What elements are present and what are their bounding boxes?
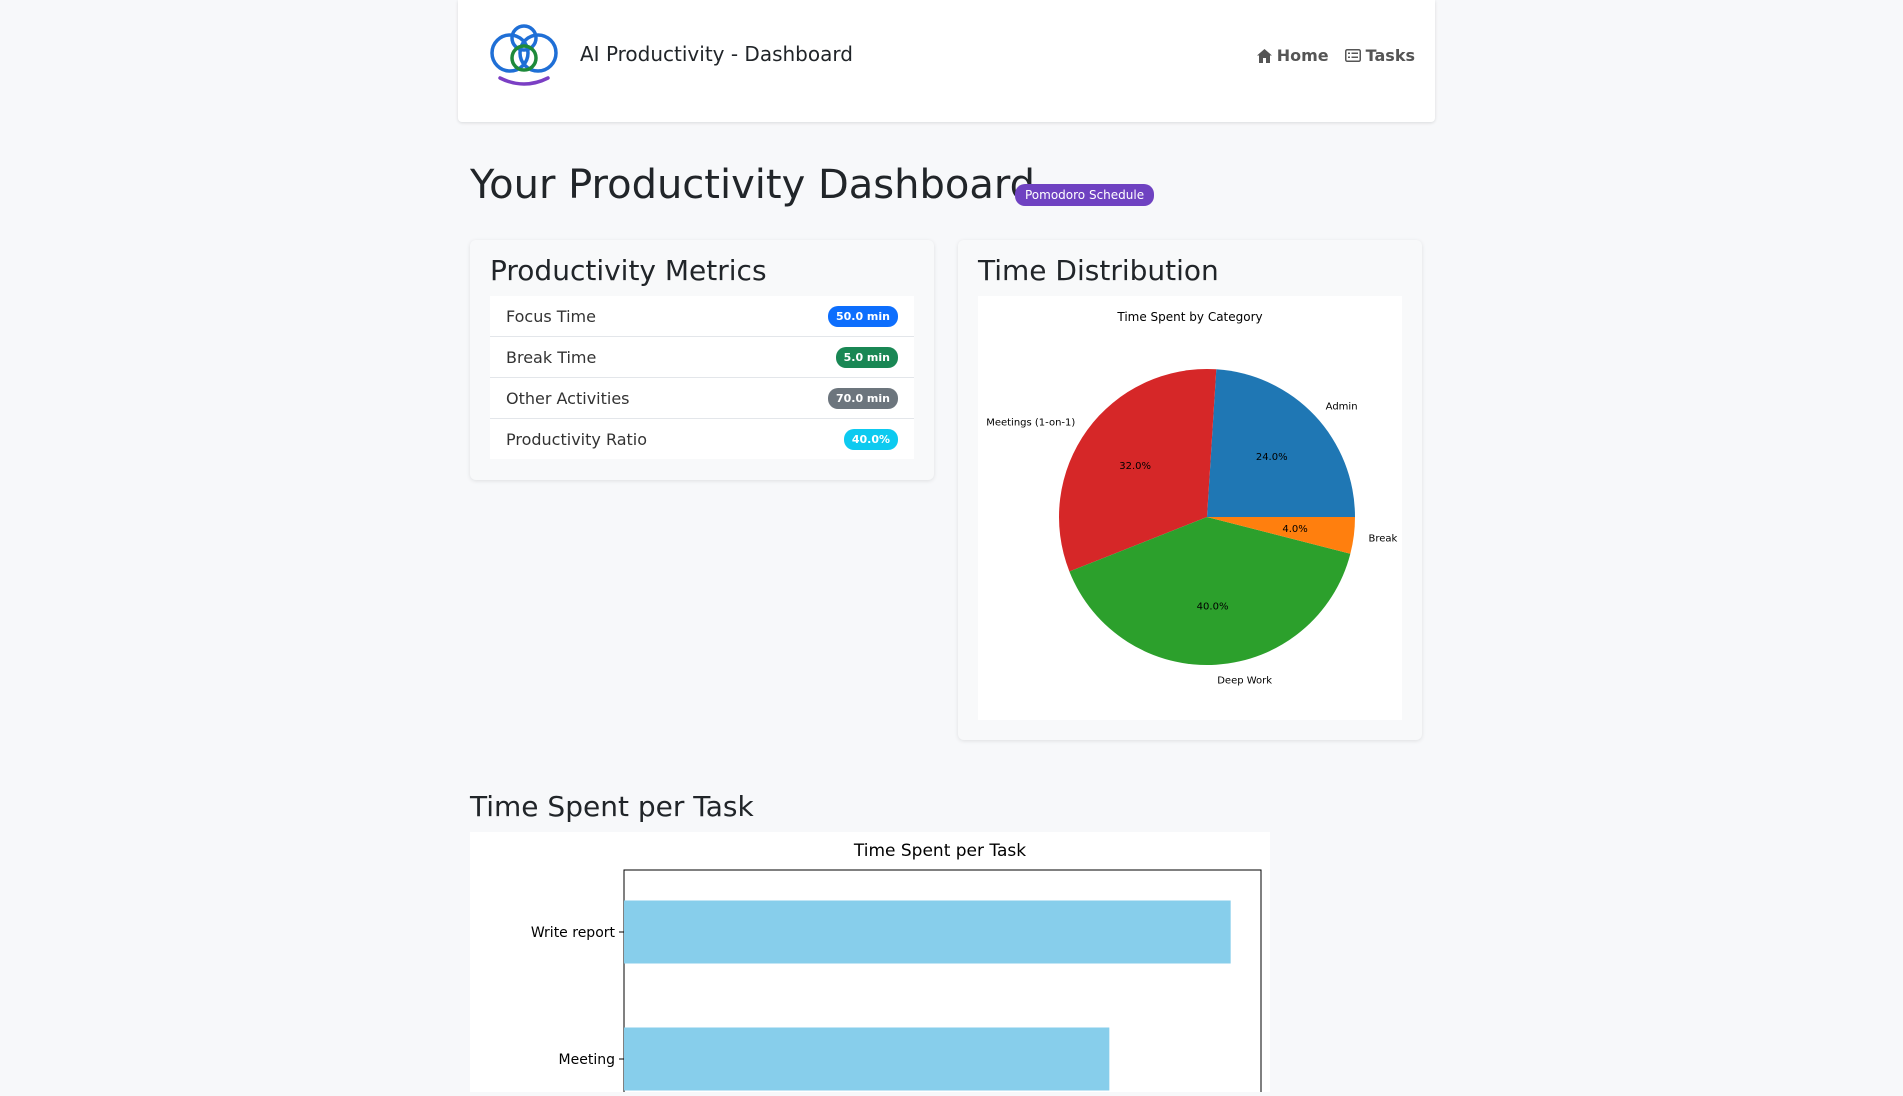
metric-value-badge: 5.0 min	[835, 346, 898, 368]
y-tick-label: Meeting	[559, 1052, 615, 1068]
home-icon	[1256, 48, 1272, 63]
pie-title: Time Spent by Category	[1116, 310, 1262, 324]
app-title: AI Productivity - Dashboard	[580, 42, 853, 66]
pie-slice-admin	[1207, 369, 1355, 517]
pie-category-label: Meetings (1-on-1)	[986, 417, 1075, 428]
nav-home-label: Home	[1276, 46, 1329, 65]
pie-chart-image: Time Spent by Category 24.0% Admin 32.0% Mee…	[978, 296, 1402, 720]
distribution-card-title: Time Distribution	[978, 254, 1219, 287]
metric-value-badge: 70.0 min	[827, 387, 898, 409]
bar-chart-title: Time Spent per Task	[853, 841, 1026, 861]
metric-row-productivity-ratio: Productivity Ratio 40.0%	[490, 419, 914, 459]
metric-row-focus-time: Focus Time 50.0 min	[490, 296, 914, 337]
time-distribution-card: Time Distribution Time Spent by Category…	[958, 240, 1422, 740]
metric-row-break-time: Break Time 5.0 min	[490, 337, 914, 378]
metric-label: Productivity Ratio	[506, 429, 648, 449]
pie-pct-label: 32.0%	[1119, 461, 1151, 472]
bar-write-report	[624, 900, 1231, 964]
metrics-card-title: Productivity Metrics	[490, 254, 767, 287]
metric-label: Other Activities	[506, 388, 630, 408]
pie-category-label: Admin	[1326, 402, 1358, 413]
pie-category-label: Deep Work	[1217, 675, 1272, 686]
metrics-list: Focus Time 50.0 min Break Time 5.0 min O…	[490, 296, 914, 459]
pie-pct-label: 4.0%	[1282, 524, 1307, 535]
pie-chart: Time Spent by Category 24.0% Admin 32.0% Mee…	[986, 310, 1398, 686]
list-icon	[1344, 49, 1361, 62]
nav-home-link[interactable]: Home	[1256, 46, 1329, 65]
pie-pct-label: 40.0%	[1197, 602, 1229, 613]
tasks-section-title: Time Spent per Task	[470, 790, 754, 823]
page-title: Your Productivity Dashboard	[470, 162, 1035, 208]
nav-tasks-label: Tasks	[1365, 46, 1415, 65]
top-navbar: AI Productivity - Dashboard Home Tasks	[458, 0, 1435, 122]
nav-tasks-link[interactable]: Tasks	[1344, 46, 1415, 65]
productivity-metrics-card: Productivity Metrics Focus Time 50.0 min…	[470, 240, 934, 480]
pie-category-label: Break	[1369, 533, 1398, 544]
metric-row-other-activities: Other Activities 70.0 min	[490, 378, 914, 419]
pomodoro-schedule-badge[interactable]: Pomodoro Schedule	[1015, 184, 1155, 206]
pie-pct-label: 24.0%	[1256, 452, 1288, 463]
y-tick-label: Write report	[531, 925, 616, 941]
nav-links: Home Tasks	[1256, 46, 1415, 65]
metric-label: Break Time	[506, 347, 597, 367]
metric-label: Focus Time	[506, 306, 596, 326]
bar-chart-image: Time Spent per Task Write report Meeting	[470, 832, 1270, 1096]
metric-value-badge: 40.0%	[843, 428, 898, 450]
bar-meeting	[624, 1027, 1110, 1091]
app-logo[interactable]	[488, 20, 562, 94]
metric-value-badge: 50.0 min	[827, 305, 898, 327]
bar-chart: Time Spent per Task Write report Meeting	[531, 841, 1262, 1096]
